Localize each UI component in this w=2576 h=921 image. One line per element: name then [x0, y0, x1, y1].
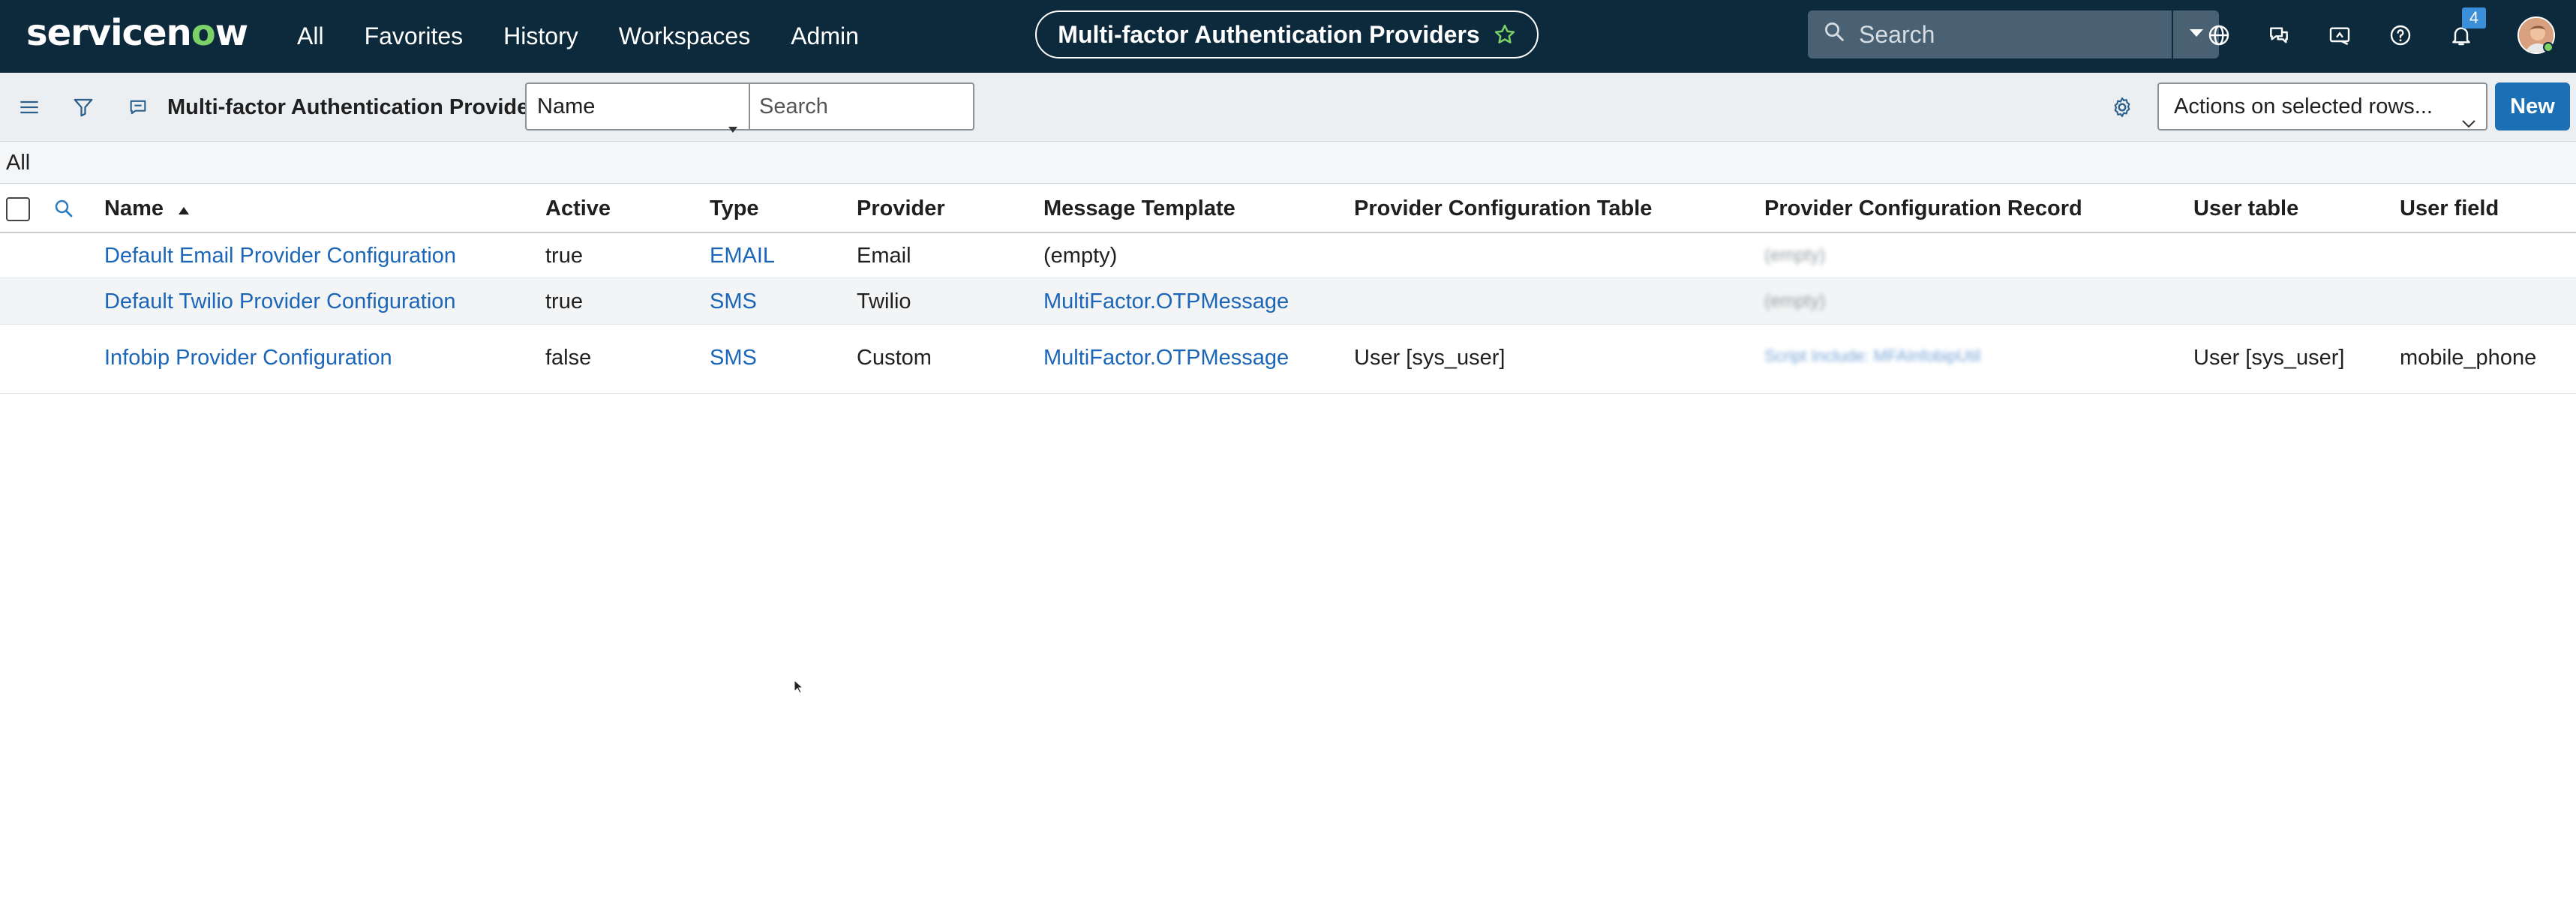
search-icon	[1823, 20, 1845, 49]
breadcrumb-all[interactable]: All	[6, 150, 30, 176]
top-navigation-bar: servicenow All Favorites History Workspa…	[0, 0, 2576, 73]
row-name-link[interactable]: Infobip Provider Configuration	[104, 345, 392, 370]
column-header-type[interactable]: Type	[710, 196, 759, 221]
table-row[interactable]: Default Twilio Provider Configuration tr…	[0, 278, 2576, 325]
column-header-user-table[interactable]: User table	[2193, 196, 2298, 221]
globe-icon[interactable]	[2203, 20, 2235, 51]
column-header-name[interactable]: Name	[104, 196, 191, 222]
main-nav-menu: All Favorites History Workspaces Admin	[297, 18, 899, 54]
new-record-button[interactable]: New	[2495, 82, 2570, 130]
actions-select-value: Actions on selected rows...	[2174, 94, 2433, 118]
column-header-provider-configuration-table[interactable]: Provider Configuration Table	[1354, 196, 1652, 221]
servicenow-logo[interactable]: servicenow	[26, 10, 248, 56]
sort-ascending-icon	[177, 196, 191, 222]
mouse-cursor-icon	[794, 679, 804, 698]
help-icon[interactable]	[2385, 20, 2416, 51]
column-header-message-template[interactable]: Message Template	[1043, 196, 1235, 221]
breadcrumb-bar	[0, 142, 2576, 184]
nav-all[interactable]: All	[297, 18, 324, 54]
row-user-table: User [sys_user]	[2193, 346, 2345, 370]
gear-icon[interactable]	[2108, 93, 2136, 122]
list-search-input[interactable]	[749, 82, 974, 130]
row-config-record: (empty)	[1764, 245, 1826, 266]
table-header: Name Active Type Provider Message Templa…	[0, 184, 2576, 233]
search-placeholder: Search	[1859, 20, 1935, 48]
actions-on-selected-rows-select[interactable]: Actions on selected rows...	[2157, 82, 2487, 130]
records-table: Name Active Type Provider Message Templa…	[0, 184, 2576, 394]
chevron-down-icon	[2460, 100, 2477, 146]
star-favorite-icon[interactable]	[1494, 23, 1516, 46]
page-title-pill[interactable]: Multi-factor Authentication Providers	[1035, 10, 1539, 58]
filter-icon[interactable]	[69, 93, 98, 122]
list-title: Multi-factor Authentication Providers	[167, 95, 550, 119]
row-config-record: (empty)	[1764, 291, 1826, 311]
row-type-link[interactable]: EMAIL	[710, 243, 775, 268]
nav-history[interactable]: History	[503, 18, 578, 54]
search-field-value: Name	[537, 94, 596, 118]
nav-admin[interactable]: Admin	[791, 18, 859, 54]
row-name-link[interactable]: Default Email Provider Configuration	[104, 243, 456, 268]
row-active: false	[545, 346, 592, 370]
page-title: Multi-factor Authentication Providers	[1058, 20, 1480, 48]
row-active: true	[545, 244, 583, 268]
row-name-link[interactable]: Default Twilio Provider Configuration	[104, 289, 456, 314]
nav-workspaces[interactable]: Workspaces	[619, 18, 750, 54]
column-header-active[interactable]: Active	[545, 196, 611, 221]
activity-stream-icon[interactable]	[124, 93, 152, 122]
presence-status-indicator	[2543, 42, 2553, 52]
select-all-checkbox[interactable]	[6, 197, 30, 221]
global-search-input[interactable]: Search	[1808, 10, 2172, 58]
column-header-provider[interactable]: Provider	[857, 196, 945, 221]
row-type-link[interactable]: SMS	[710, 289, 757, 314]
row-config-record-link[interactable]: Script Include: MFAInfobipUtil	[1764, 344, 1981, 369]
row-config-table: User [sys_user]	[1354, 346, 1506, 370]
column-header-user-field[interactable]: User field	[2400, 196, 2499, 221]
logo-text-start: servicen	[26, 12, 192, 54]
row-type-link[interactable]: SMS	[710, 345, 757, 370]
column-header-name-label: Name	[104, 196, 164, 220]
table-row[interactable]: Default Email Provider Configuration tru…	[0, 233, 2576, 278]
row-message-template-link[interactable]: MultiFactor.OTPMessage	[1043, 289, 1289, 314]
row-user-field: mobile_phone	[2400, 346, 2537, 370]
row-provider: Email	[857, 244, 911, 268]
hamburger-menu-icon[interactable]	[15, 93, 44, 122]
notification-count-badge: 4	[2462, 8, 2486, 28]
list-toolbar: Multi-factor Authentication Providers Na…	[0, 73, 2576, 142]
row-message-template: (empty)	[1043, 244, 1118, 268]
column-search-icon[interactable]	[53, 197, 75, 226]
row-message-template-link[interactable]: MultiFactor.OTPMessage	[1043, 345, 1289, 370]
logo-text-accent: o	[191, 12, 216, 54]
chevron-down-icon	[2187, 27, 2205, 43]
column-header-provider-configuration-record[interactable]: Provider Configuration Record	[1764, 196, 2082, 221]
table-row[interactable]: Infobip Provider Configuration false SMS…	[0, 325, 2576, 394]
search-field-select[interactable]: Name	[525, 82, 750, 133]
nav-favorites[interactable]: Favorites	[365, 18, 464, 54]
screen-share-icon[interactable]	[2324, 20, 2355, 51]
row-provider: Twilio	[857, 290, 911, 314]
logo-text-end: w	[215, 12, 248, 54]
chat-icon[interactable]	[2263, 20, 2295, 51]
row-provider: Custom	[857, 346, 932, 370]
row-active: true	[545, 290, 583, 314]
